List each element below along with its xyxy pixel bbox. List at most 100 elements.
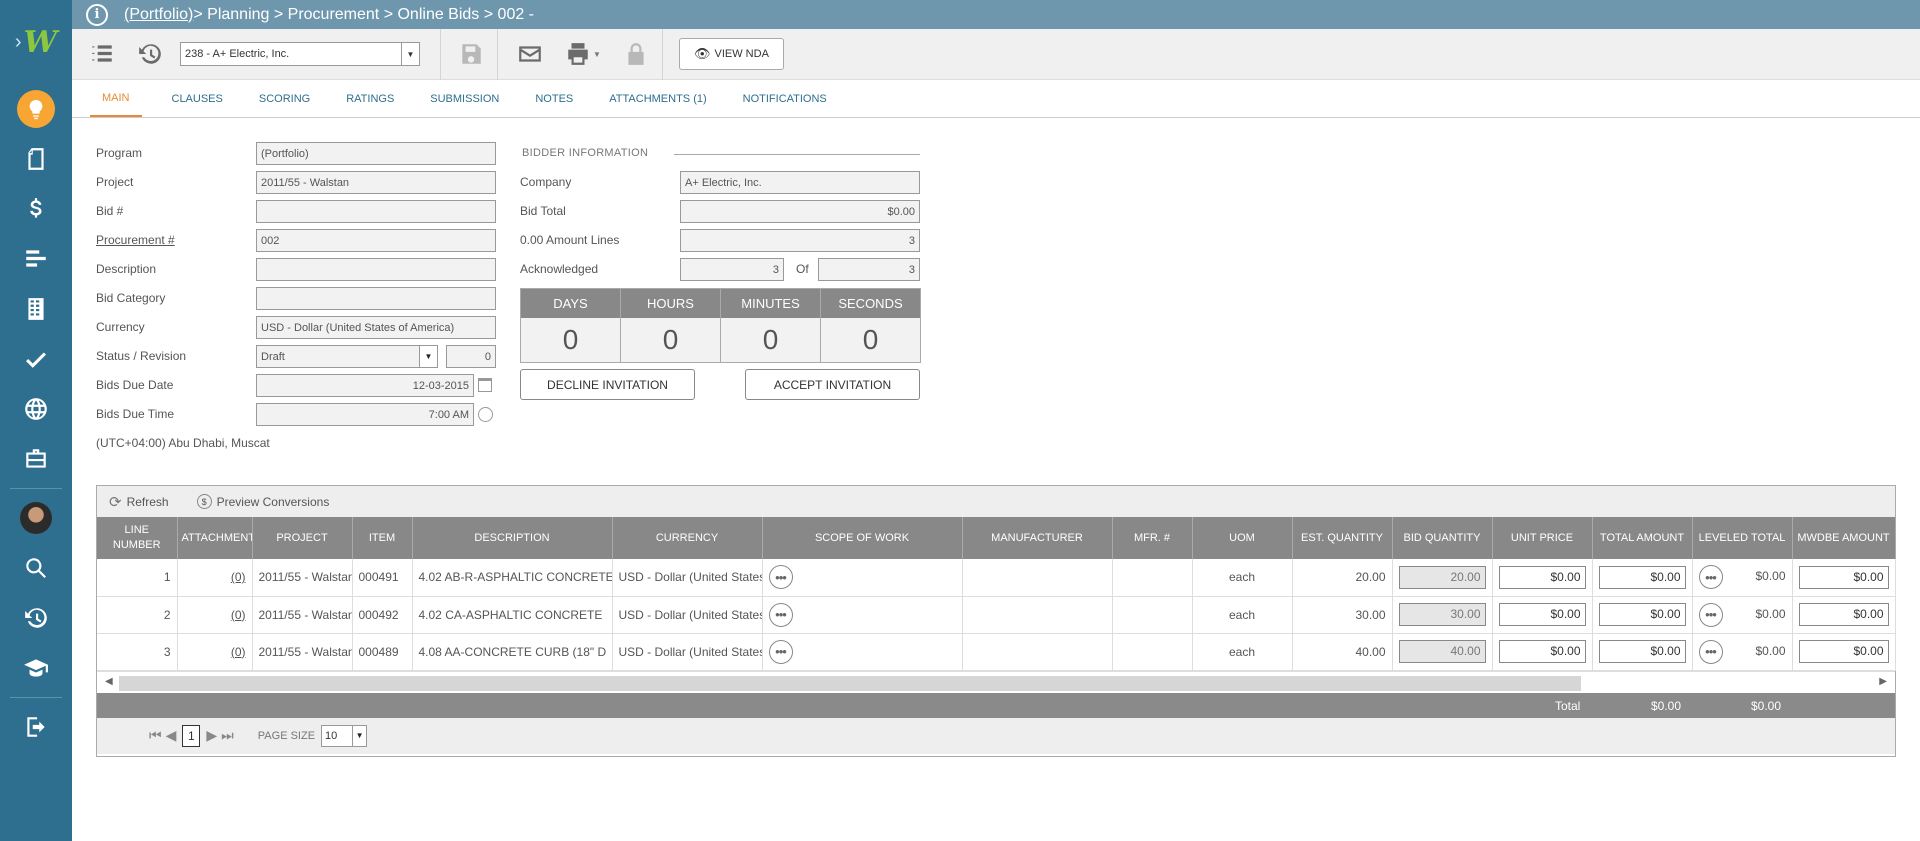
col-unit-price[interactable]: UNIT PRICE — [1492, 517, 1593, 559]
col-uom[interactable]: UOM — [1192, 517, 1293, 559]
scroll-right-icon[interactable]: ▶ — [1879, 676, 1887, 687]
attachments-cell[interactable]: (0) — [177, 596, 253, 634]
col-item[interactable]: ITEM — [352, 517, 413, 559]
sidebar-item-ideas[interactable] — [0, 84, 72, 134]
next-page-icon[interactable]: ▶ — [206, 727, 217, 744]
col-est-quantity[interactable]: EST. QUANTITY — [1292, 517, 1393, 559]
page-size-select[interactable]: 10 ▼ — [321, 724, 368, 747]
sidebar-item-training[interactable] — [0, 643, 72, 693]
bids-due-time-field[interactable]: 7:00 AM — [256, 403, 474, 426]
sidebar-item-search[interactable] — [0, 543, 72, 593]
total-amount-input[interactable]: $0.00 — [1598, 565, 1686, 589]
status-select[interactable]: Draft ▼ — [256, 345, 438, 368]
history-button[interactable] — [132, 36, 168, 72]
attachments-link[interactable]: (0) — [231, 570, 246, 584]
clock-icon[interactable] — [478, 407, 493, 422]
lock-button[interactable] — [618, 36, 654, 72]
unit-price-input[interactable]: $0.00 — [1498, 603, 1586, 626]
unit-price-input[interactable]: $0.00 — [1498, 565, 1586, 589]
description-field[interactable] — [256, 258, 496, 281]
col-line-number[interactable]: LINE NUMBER — [97, 517, 178, 559]
last-page-icon[interactable]: ⏭ — [221, 727, 234, 744]
total-amount-input[interactable]: $0.00 — [1598, 603, 1686, 626]
col-mwdbe-amount[interactable]: MWDBE AMOUNT — [1792, 517, 1896, 559]
current-page[interactable]: 1 — [182, 724, 201, 747]
preview-conversions-button[interactable]: $ Preview Conversions — [196, 494, 329, 509]
accept-invitation-button[interactable]: ACCEPT INVITATION — [745, 369, 920, 400]
col-mfr-number[interactable]: MFR. # — [1112, 517, 1193, 559]
sidebar-item-schedule[interactable] — [0, 234, 72, 284]
list-button[interactable] — [84, 36, 120, 72]
mwdbe-amount-input[interactable]: $0.00 — [1798, 603, 1889, 626]
sidebar-item-portfolio[interactable] — [0, 434, 72, 484]
table-row[interactable]: 1 (0) 2011/55 - Walstan 000491 4.02 AB-R… — [97, 559, 1896, 597]
more-options-icon[interactable]: ••• — [768, 639, 793, 664]
mwdbe-amount-input[interactable]: $0.00 — [1798, 640, 1889, 663]
sidebar-item-costs[interactable] — [0, 184, 72, 234]
table-row[interactable]: 3 (0) 2011/55 - Walstan 000489 4.08 AA-C… — [97, 633, 1896, 671]
tab-submission[interactable]: SUBMISSION — [412, 80, 517, 117]
sidebar-item-logout[interactable] — [0, 702, 72, 752]
app-logo[interactable]: › W — [0, 0, 72, 84]
chevron-down-icon[interactable]: ▼ — [593, 50, 601, 59]
chevron-down-icon[interactable]: ▼ — [419, 346, 437, 367]
tab-clauses[interactable]: CLAUSES — [154, 80, 241, 117]
col-description[interactable]: DESCRIPTION — [412, 517, 613, 559]
col-bid-quantity[interactable]: BID QUANTITY — [1392, 517, 1493, 559]
col-currency[interactable]: CURRENCY — [612, 517, 763, 559]
col-total-amount[interactable]: TOTAL AMOUNT — [1592, 517, 1693, 559]
sidebar-item-global[interactable] — [0, 384, 72, 434]
info-icon[interactable]: i — [86, 3, 108, 26]
tab-ratings[interactable]: RATINGS — [328, 80, 412, 117]
horizontal-scrollbar[interactable]: ◀ ▶ — [97, 670, 1895, 693]
scroll-left-icon[interactable]: ◀ — [105, 676, 113, 687]
expand-sidebar-icon[interactable]: › — [15, 31, 22, 54]
scrollbar-thumb[interactable] — [119, 675, 1581, 691]
sidebar-item-tasks[interactable] — [0, 334, 72, 384]
refresh-button[interactable]: ⟳ Refresh — [109, 493, 169, 511]
attachments-cell[interactable]: (0) — [177, 559, 253, 597]
bid-number-field[interactable] — [256, 200, 496, 223]
bids-due-date-field[interactable]: 12-03-2015 — [256, 374, 474, 397]
col-attachments[interactable]: ATTACHMENTS — [177, 517, 253, 559]
sidebar-item-documents[interactable] — [0, 134, 72, 184]
col-project[interactable]: PROJECT — [252, 517, 353, 559]
table-row[interactable]: 2 (0) 2011/55 - Walstan 000492 4.02 CA-A… — [97, 596, 1896, 634]
save-button[interactable] — [453, 36, 489, 72]
more-options-icon[interactable]: ••• — [768, 565, 793, 590]
chevron-down-icon[interactable]: ▼ — [401, 43, 419, 65]
col-scope-of-work[interactable]: SCOPE OF WORK — [762, 517, 963, 559]
tab-scoring[interactable]: SCORING — [241, 80, 328, 117]
calendar-icon[interactable] — [478, 378, 492, 392]
chevron-down-icon[interactable]: ▼ — [352, 725, 367, 746]
tab-main[interactable]: MAIN — [90, 80, 142, 117]
more-options-icon[interactable]: ••• — [1698, 602, 1723, 627]
procurement-link[interactable]: Procurement # — [96, 233, 175, 247]
sidebar-item-buildings[interactable] — [0, 284, 72, 334]
total-amount-input[interactable]: $0.00 — [1598, 640, 1686, 663]
more-options-icon[interactable]: ••• — [1698, 639, 1723, 664]
unit-price-input[interactable]: $0.00 — [1498, 640, 1586, 663]
sidebar-item-profile[interactable] — [0, 493, 72, 543]
tab-notifications[interactable]: NOTIFICATIONS — [725, 80, 845, 117]
attachments-link[interactable]: (0) — [231, 608, 246, 622]
mwdbe-amount-input[interactable]: $0.00 — [1798, 565, 1889, 589]
email-button[interactable] — [512, 36, 548, 72]
col-manufacturer[interactable]: MANUFACTURER — [962, 517, 1113, 559]
tab-notes[interactable]: NOTES — [517, 80, 591, 117]
company-select[interactable]: 238 - A+ Electric, Inc. ▼ — [180, 42, 420, 66]
attachments-cell[interactable]: (0) — [177, 633, 253, 671]
sidebar-item-history[interactable] — [0, 593, 72, 643]
prev-page-icon[interactable]: ◀ — [166, 727, 177, 744]
view-nda-button[interactable]: 👁 VIEW NDA — [679, 38, 784, 70]
tab-attachments[interactable]: ATTACHMENTS (1) — [591, 80, 724, 117]
more-options-icon[interactable]: ••• — [768, 602, 793, 627]
first-page-icon[interactable]: ⏮ — [149, 727, 162, 744]
bid-category-field[interactable] — [256, 287, 496, 310]
more-options-icon[interactable]: ••• — [1698, 565, 1723, 590]
col-leveled-total[interactable]: LEVELED TOTAL — [1692, 517, 1793, 559]
attachments-link[interactable]: (0) — [231, 645, 246, 659]
print-button[interactable]: ▼ — [560, 36, 606, 72]
decline-invitation-button[interactable]: DECLINE INVITATION — [520, 369, 695, 400]
breadcrumb-portfolio-link[interactable]: (Portfolio) — [124, 6, 193, 24]
